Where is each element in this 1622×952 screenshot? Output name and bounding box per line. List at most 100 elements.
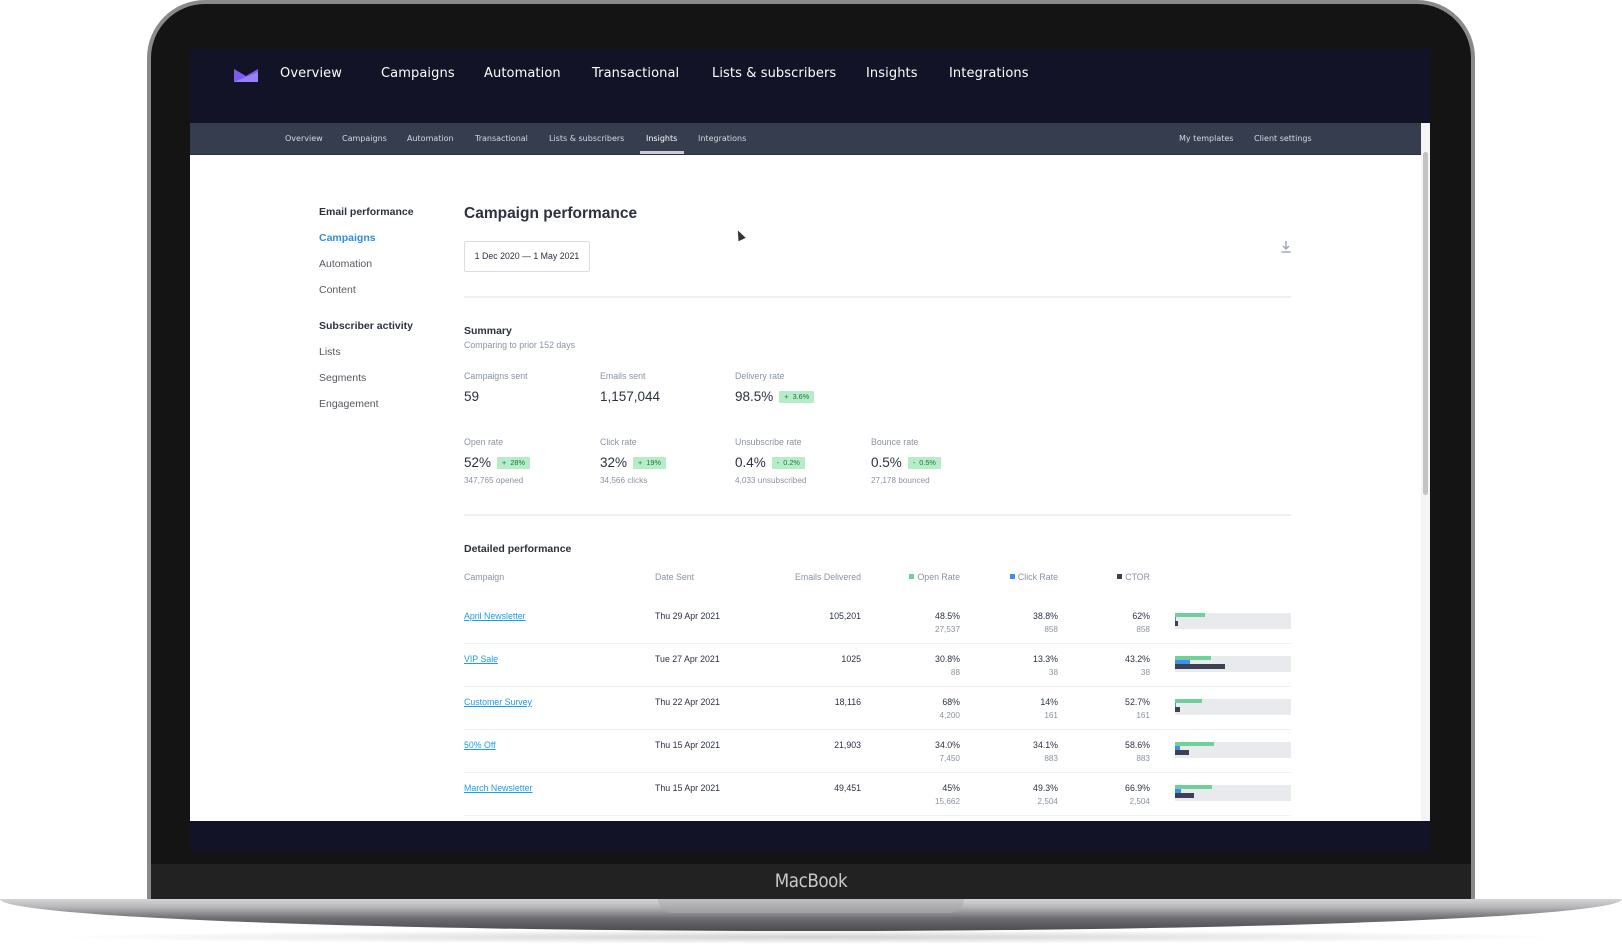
column-header-date-sent[interactable]: Date Sent — [655, 572, 694, 582]
emails-delivered: 21,903 — [834, 740, 861, 750]
subnav-integrations[interactable]: Integrations — [698, 134, 746, 143]
click-rate: 13.3% — [1033, 654, 1058, 664]
topnav-transactional[interactable]: Transactional — [592, 66, 679, 81]
campaign-link[interactable]: March Newsletter — [464, 783, 532, 793]
topnav-integrations[interactable]: Integrations — [949, 66, 1029, 81]
sidebar-item-lists[interactable]: Lists — [319, 346, 341, 358]
scrollbar-thumb[interactable] — [1423, 152, 1428, 495]
subnav-lists-subscribers[interactable]: Lists & subscribers — [549, 134, 624, 143]
topnav-overview[interactable]: Overview — [280, 66, 342, 81]
change-badge: - 0.5% — [907, 456, 941, 469]
ctor: 62% — [1132, 611, 1150, 621]
metric-value: 0.5% — [871, 455, 902, 470]
table-row: 50% Off Thu 15 Apr 2021 21,903 34.0% 7,4… — [464, 730, 1291, 773]
summary-divider — [464, 514, 1291, 516]
detailed-performance-title: Detailed performance — [464, 543, 572, 555]
column-header-ctor[interactable]: CTOR — [1070, 572, 1150, 582]
column-header-open-rate-label: Open Rate — [917, 572, 960, 582]
metric-label: Open rate — [464, 437, 504, 447]
open-rate: 48.5% — [935, 611, 960, 621]
click-rate: 49.3% — [1033, 783, 1058, 793]
click-rate: 34.1% — [1033, 740, 1058, 750]
click-rate: 14% — [1040, 697, 1058, 707]
download-icon[interactable] — [1280, 240, 1292, 254]
laptop-brand-label: MacBook — [774, 870, 848, 892]
metric-label: Unsubscribe rate — [735, 437, 802, 447]
sidebar-item-engagement[interactable]: Engagement — [319, 398, 379, 410]
sidebar-heading-email-performance: Email performance — [319, 206, 414, 218]
click-count: 161 — [1044, 711, 1058, 720]
table-row: VIP Sale Tue 27 Apr 2021 1025 30.8% 88 1… — [464, 644, 1291, 687]
table-row: Customer Survey Thu 22 Apr 2021 18,116 6… — [464, 687, 1291, 730]
change-badge: + 3.6% — [779, 390, 815, 403]
date-sent: Thu 22 Apr 2021 — [655, 697, 721, 707]
performance-bar-track — [1175, 742, 1291, 758]
subnav-transactional[interactable]: Transactional — [475, 134, 528, 143]
subnav-client-settings[interactable]: Client settings — [1254, 134, 1312, 143]
metric-unsubscribe-rate: Unsubscribe rate 0.4% - 0.2% 4,033 unsubs… — [735, 437, 865, 485]
metric-label: Click rate — [600, 437, 637, 447]
ctor: 52.7% — [1125, 697, 1150, 707]
topnav-automation[interactable]: Automation — [484, 66, 561, 81]
date-sent: Thu 15 Apr 2021 — [655, 783, 721, 793]
ctor-bar — [1175, 750, 1189, 755]
summary-title: Summary — [464, 325, 512, 337]
metric-open-rate: Open rate 52% + 28% 347,765 opened — [464, 437, 594, 485]
subnav-campaigns[interactable]: Campaigns — [342, 134, 387, 143]
click-count: 38 — [1048, 668, 1058, 677]
emails-delivered: 1025 — [841, 654, 861, 664]
subnav-overview[interactable]: Overview — [285, 134, 323, 143]
metric-label: Delivery rate — [735, 371, 785, 381]
performance-bar-track — [1175, 613, 1291, 629]
subnav-my-templates[interactable]: My templates — [1179, 134, 1233, 143]
summary-subtitle: Comparing to prior 152 days — [464, 340, 575, 350]
open-rate-bar — [1175, 613, 1205, 617]
column-header-emails-delivered[interactable]: Emails Delivered — [760, 572, 861, 582]
metric-value: 1,157,044 — [600, 389, 661, 404]
campaign-link[interactable]: Customer Survey — [464, 697, 532, 707]
metric-label: Campaigns sent — [464, 371, 528, 381]
metric-value: 52% — [464, 455, 492, 470]
emails-delivered: 105,201 — [829, 611, 861, 621]
open-rate-legend-swatch — [909, 574, 915, 579]
ctor-count: 38 — [1140, 668, 1150, 677]
subnav-automation[interactable]: Automation — [407, 134, 454, 143]
sidebar-item-content[interactable]: Content — [319, 284, 356, 296]
open-count: 15,662 — [934, 797, 960, 806]
open-rate: 34.0% — [935, 740, 960, 750]
topnav-campaigns[interactable]: Campaigns — [381, 66, 455, 81]
top-navigation: Overview Campaigns Automation Transactio… — [190, 49, 1430, 123]
app-screen: Overview Campaigns Automation Transactio… — [190, 49, 1430, 821]
ctor-count: 858 — [1136, 625, 1150, 634]
campaign-link[interactable]: 50% Off — [464, 740, 496, 750]
column-header-click-rate-label: Click Rate — [1017, 572, 1058, 582]
click-count: 2,504 — [1037, 797, 1059, 806]
metric-delivery-rate: Delivery rate 98.5% + 3.6% — [735, 371, 865, 404]
sidebar-heading-subscriber-activity: Subscriber activity — [319, 320, 413, 332]
topnav-lists-subscribers[interactable]: Lists & subscribers — [712, 66, 836, 81]
topnav-insights[interactable]: Insights — [866, 66, 918, 81]
envelope-logo-icon[interactable] — [234, 69, 258, 82]
sidebar-item-segments[interactable]: Segments — [319, 372, 366, 384]
campaign-link[interactable]: April Newsletter — [464, 611, 526, 621]
change-badge: + 19% — [633, 456, 666, 469]
ctor-bar — [1175, 621, 1178, 626]
change-badge: - 0.2% — [771, 456, 805, 469]
date-range-picker[interactable]: 1 Dec 2020 — 1 May 2021 — [464, 241, 590, 272]
open-count: 4,200 — [939, 711, 961, 720]
column-header-campaign[interactable]: Campaign — [464, 572, 504, 582]
column-header-open-rate[interactable]: Open Rate — [870, 572, 960, 582]
ctor-count: 161 — [1136, 711, 1150, 720]
sidebar-item-campaigns[interactable]: Campaigns — [319, 232, 376, 244]
column-header-click-rate[interactable]: Click Rate — [969, 572, 1058, 582]
metric-value: 98.5% — [735, 389, 774, 404]
open-count: 27,537 — [934, 625, 960, 634]
subnav-insights[interactable]: Insights — [646, 134, 677, 143]
metric-subtext: 34,566 clicks — [600, 476, 648, 485]
metric-subtext: 27,178 bounced — [871, 476, 930, 485]
table-row: April Newsletter Thu 29 Apr 2021 105,201… — [464, 601, 1291, 644]
header-divider — [464, 296, 1291, 298]
campaign-link[interactable]: VIP Sale — [464, 654, 498, 664]
ctor: 66.9% — [1125, 783, 1150, 793]
sidebar-item-automation[interactable]: Automation — [319, 258, 372, 270]
